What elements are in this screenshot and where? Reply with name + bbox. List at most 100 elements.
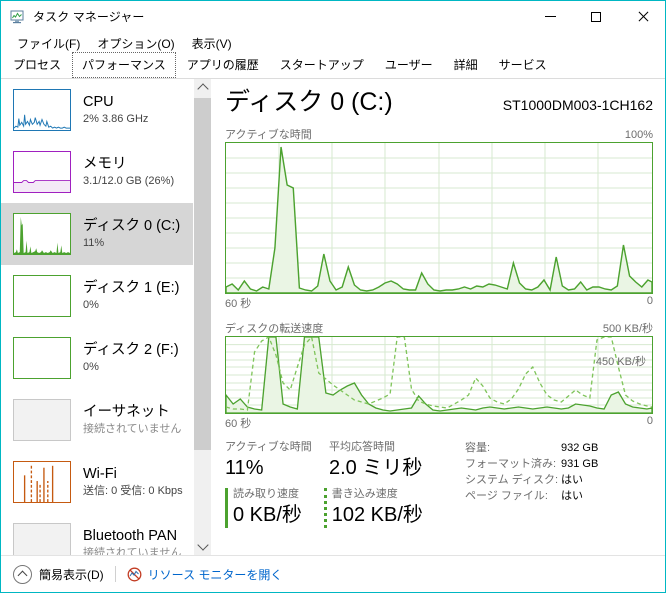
stat-active-time: アクティブな時間 11% xyxy=(225,440,329,481)
info-value: はい xyxy=(561,474,583,486)
minimize-button[interactable] xyxy=(527,1,573,32)
scroll-down-button[interactable] xyxy=(194,538,211,555)
resource-monitor-button[interactable]: リソース モニターを開く xyxy=(127,566,282,583)
fewer-details-button[interactable]: 簡易表示(D) xyxy=(13,564,104,584)
tab-processes[interactable]: プロセス xyxy=(3,52,71,78)
info-key: システム ディスク: xyxy=(465,474,559,486)
info-row: ページ ファイル: はい xyxy=(465,488,598,504)
menu-options[interactable]: オプション(O) xyxy=(89,33,183,54)
sidebar-item-sub: 0% xyxy=(83,361,99,373)
menu-bar: ファイル(F) オプション(O) 表示(V) xyxy=(1,32,665,54)
chevron-down-icon xyxy=(196,539,209,551)
stat-write-speed-label: 書き込み速度 xyxy=(331,488,398,500)
active-time-axis: 60 秒 0 xyxy=(225,295,653,311)
transfer-graph-header: ディスクの転送速度 500 KB/秒 xyxy=(225,320,653,336)
sidebar-labels: イーサネット 接続されていません xyxy=(83,403,181,437)
sidebar-item-sub: 3.1/12.0 GB (26%) xyxy=(83,175,175,187)
active-time-graph xyxy=(225,142,653,294)
sidebar-item-memory[interactable]: メモリ 3.1/12.0 GB (26%) xyxy=(1,141,193,203)
memory-thumbnail-graph xyxy=(13,151,71,193)
read-speed-legend-icon xyxy=(225,488,228,528)
stat-active-time-value: 11% xyxy=(225,457,264,479)
tab-startup[interactable]: スタートアップ xyxy=(270,52,374,78)
active-time-axis-left: 60 秒 xyxy=(225,298,252,310)
info-key: 容量: xyxy=(465,442,491,454)
sidebar-labels: ディスク 0 (C:) 11% xyxy=(83,217,180,251)
disk2-thumbnail-graph xyxy=(13,337,71,379)
menu-file[interactable]: ファイル(F) xyxy=(9,33,89,54)
panel-header: ディスク 0 (C:) ST1000DM003-1CH162 xyxy=(225,87,653,117)
sidebar-item-title: ディスク 0 (C:) xyxy=(83,218,181,234)
sidebar-item-cpu[interactable]: CPU 2% 3.86 GHz xyxy=(1,79,193,141)
sidebar-scrollbar[interactable] xyxy=(193,79,211,555)
info-row: 容量: 932 GB xyxy=(465,440,598,456)
tab-users[interactable]: ユーザー xyxy=(375,52,443,78)
title-bar: タスク マネージャー xyxy=(1,1,665,32)
sidebar-item-title: Wi-Fi xyxy=(83,466,117,482)
stats-row-primary: アクティブな時間 11% 平均応答時間 2.0 ミリ秒 xyxy=(225,440,447,481)
stats-left-column: アクティブな時間 11% 平均応答時間 2.0 ミリ秒 読み取り速度 0 KB/… xyxy=(225,440,447,528)
stat-read-speed-value: 0 KB/秒 xyxy=(233,504,302,526)
stats-area: アクティブな時間 11% 平均応答時間 2.0 ミリ秒 読み取り速度 0 KB/… xyxy=(225,440,653,528)
fewer-details-label: 簡易表示(D) xyxy=(39,567,104,582)
resource-sidebar: CPU 2% 3.86 GHz メモリ 3.1/12.0 GB (26%) ディ… xyxy=(1,79,193,555)
chevron-up-circle-icon xyxy=(13,564,32,584)
sidebar-item-disk2[interactable]: ディスク 2 (F:) 0% xyxy=(1,327,193,389)
sidebar-item-sub: 11% xyxy=(83,237,105,249)
sidebar-labels: CPU 2% 3.86 GHz xyxy=(83,93,148,127)
sidebar-item-title: CPU xyxy=(83,94,114,110)
info-key: フォーマット済み: xyxy=(465,458,557,470)
page-title: ディスク 0 (C:) xyxy=(225,88,393,116)
stat-avg-response-label: 平均応答時間 xyxy=(329,441,395,453)
transfer-rate-max: 500 KB/秒 xyxy=(602,323,653,335)
transfer-rate-annotation: 450 KB/秒 xyxy=(595,356,646,368)
stat-read-speed: 読み取り速度 0 KB/秒 xyxy=(225,487,324,528)
maximize-button[interactable] xyxy=(573,1,619,32)
info-value: 932 GB xyxy=(561,442,599,454)
stat-avg-response-value: 2.0 ミリ秒 xyxy=(329,457,423,479)
sidebar-item-sub: 2% 3.86 GHz xyxy=(83,113,149,125)
disk-detail-panel: ディスク 0 (C:) ST1000DM003-1CH162 アクティブな時間 … xyxy=(211,79,665,555)
maximize-icon xyxy=(591,11,601,22)
transfer-axis-left: 60 秒 xyxy=(225,418,252,430)
tab-bar: プロセス パフォーマンス アプリの履歴 スタートアップ ユーザー 詳細 サービス xyxy=(1,52,665,79)
scrollbar-track[interactable] xyxy=(194,96,211,538)
wifi-thumbnail-graph xyxy=(13,461,71,503)
transfer-rate-graph: 450 KB/秒 xyxy=(225,336,653,414)
sidebar-item-title: ディスク 1 (E:) xyxy=(83,280,180,296)
disk-info-table: 容量: 932 GB フォーマット済み: 931 GB システム ディスク: は… xyxy=(447,440,598,528)
sidebar-item-disk1[interactable]: ディスク 1 (E:) 0% xyxy=(1,265,193,327)
active-time-axis-right: 0 xyxy=(646,295,653,307)
close-button[interactable] xyxy=(619,1,665,32)
tab-performance[interactable]: パフォーマンス xyxy=(72,52,176,78)
sidebar-item-wifi[interactable]: Wi-Fi 送信: 0 受信: 0 Kbps xyxy=(1,451,193,513)
sidebar-item-sub: 送信: 0 受信: 0 Kbps xyxy=(83,485,183,497)
active-time-graph-header: アクティブな時間 100% xyxy=(225,126,653,142)
sidebar-item-disk0[interactable]: ディスク 0 (C:) 11% xyxy=(1,203,193,265)
tab-services[interactable]: サービス xyxy=(489,52,557,78)
tab-app-history[interactable]: アプリの履歴 xyxy=(177,52,269,78)
menu-view[interactable]: 表示(V) xyxy=(184,33,241,54)
task-manager-icon xyxy=(10,9,26,25)
sidebar-item-title: ディスク 2 (F:) xyxy=(83,342,179,358)
cpu-thumbnail-graph xyxy=(13,89,71,131)
sidebar-item-sub: 0% xyxy=(83,299,99,311)
scroll-up-button[interactable] xyxy=(194,79,211,96)
ethernet-thumbnail-graph xyxy=(13,399,71,441)
info-row: システム ディスク: はい xyxy=(465,472,598,488)
sidebar-item-ethernet[interactable]: イーサネット 接続されていません xyxy=(1,389,193,451)
disk0-thumbnail-graph xyxy=(13,213,71,255)
tab-details[interactable]: 詳細 xyxy=(444,52,488,78)
disk1-thumbnail-graph xyxy=(13,275,71,317)
scrollbar-thumb[interactable] xyxy=(194,98,211,450)
info-value: 931 GB xyxy=(561,458,599,470)
sidebar-item-title: メモリ xyxy=(83,156,127,172)
minimize-icon xyxy=(544,16,556,17)
info-row: フォーマット済み: 931 GB xyxy=(465,456,598,472)
transfer-rate-label: ディスクの転送速度 xyxy=(225,323,324,335)
status-bar: 簡易表示(D) リソース モニターを開く xyxy=(1,555,665,592)
active-time-label: アクティブな時間 xyxy=(225,129,312,141)
bluetooth-thumbnail-graph xyxy=(13,523,71,555)
sidebar-item-bluetooth-pan[interactable]: Bluetooth PAN 接続されていません xyxy=(1,513,193,555)
sidebar-labels: ディスク 2 (F:) 0% xyxy=(83,341,179,375)
